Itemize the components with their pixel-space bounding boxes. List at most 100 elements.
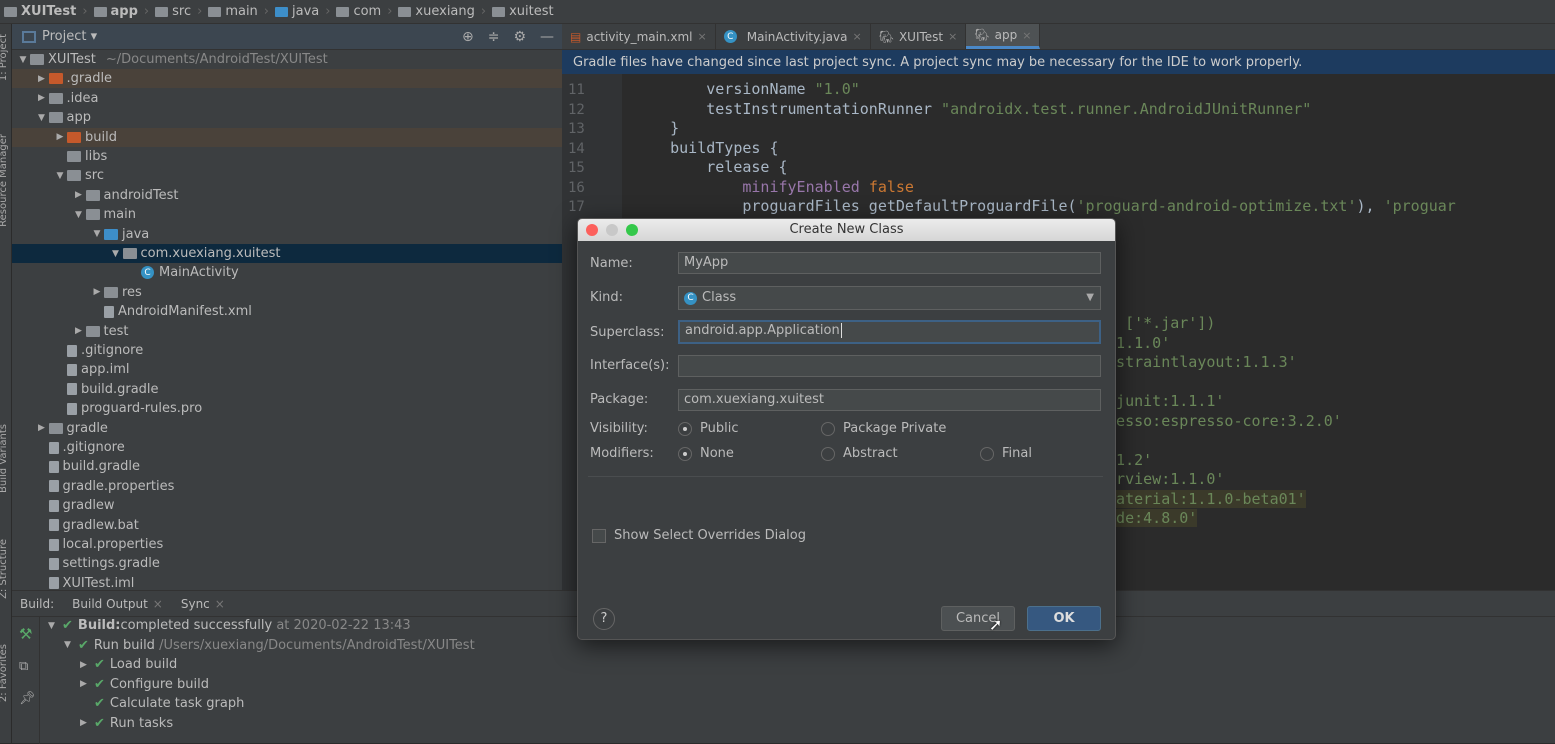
tree-item[interactable]: ▶ .idea — [12, 89, 562, 108]
ok-button[interactable]: OK — [1027, 606, 1101, 631]
modifiers-final-radio[interactable]: Final — [980, 446, 1032, 461]
gear-icon[interactable]: ⚙ — [513, 29, 526, 45]
chevron-right-icon[interactable]: ▶ — [72, 190, 86, 200]
interfaces-field[interactable] — [678, 355, 1101, 377]
breadcrumb-item[interactable]: xuitest — [492, 4, 554, 19]
chevron-right-icon[interactable]: ▶ — [53, 132, 67, 142]
tree-item[interactable]: gradlew.bat — [12, 516, 562, 535]
project-tool-button[interactable]: 1: Project — [0, 34, 9, 81]
close-icon[interactable]: × — [948, 30, 957, 43]
breadcrumb-item[interactable]: main — [208, 4, 258, 19]
tab-xuitest[interactable]: 🐘︎ XUITest × — [871, 24, 967, 49]
tree-item[interactable]: build.gradle — [12, 380, 562, 399]
tree-item[interactable]: ▼ com.xuexiang.xuitest — [12, 244, 562, 263]
name-field[interactable]: MyApp — [678, 252, 1101, 274]
tab-mainactivity-java[interactable]: C MainActivity.java × — [716, 24, 871, 49]
tree-item[interactable]: ▼ main — [12, 205, 562, 224]
tree-item[interactable]: gradlew — [12, 496, 562, 515]
project-view-selector[interactable]: Project ▾ — [42, 29, 97, 44]
hammer-icon[interactable]: ⚒ — [19, 625, 32, 643]
tree-item[interactable]: ▼ XUITest ~/Documents/AndroidTest/XUITest — [12, 50, 562, 69]
chevron-right-icon[interactable]: ▶ — [35, 93, 49, 103]
breadcrumb-item[interactable]: com — [336, 4, 381, 19]
tree-item[interactable]: ▶ build — [12, 127, 562, 147]
tree-item[interactable]: ▶ gradle — [12, 419, 562, 438]
breadcrumb-item[interactable]: xuexiang — [398, 4, 475, 19]
zoom-window-button[interactable] — [626, 224, 638, 236]
tree-item[interactable]: ▼ app — [12, 108, 562, 127]
tab-sync[interactable]: Sync × — [181, 597, 225, 611]
build-tree-item[interactable]: ✔ Calculate task graph — [80, 694, 244, 713]
close-icon[interactable]: × — [698, 30, 707, 43]
visibility-public-radio[interactable]: Public — [678, 421, 738, 436]
breadcrumb-item[interactable]: XUITest — [4, 4, 76, 19]
tab-app[interactable]: 🐘︎ app × — [966, 24, 1041, 49]
tree-item[interactable]: local.properties — [12, 535, 562, 554]
tab-activity-main-xml[interactable]: ▤ activity_main.xml × — [562, 24, 716, 49]
chevron-right-icon[interactable]: ▶ — [72, 326, 86, 336]
breadcrumb-item[interactable]: app — [93, 4, 138, 19]
show-overrides-checkbox[interactable]: Show Select Overrides Dialog — [592, 528, 806, 543]
help-button[interactable]: ? — [593, 608, 615, 630]
package-field[interactable]: com.xuexiang.xuitest — [678, 389, 1101, 411]
tree-item[interactable]: build.gradle — [12, 457, 562, 476]
kind-select[interactable]: C Class ▼ — [678, 286, 1101, 310]
cancel-button[interactable]: Cancel — [941, 606, 1015, 631]
modifiers-none-radio[interactable]: None — [678, 446, 734, 461]
chevron-down-icon[interactable]: ▼ — [35, 113, 49, 123]
breadcrumb-item[interactable]: src — [155, 4, 191, 19]
tree-item[interactable]: app.iml — [12, 360, 562, 379]
close-icon[interactable]: × — [215, 597, 225, 611]
tree-item[interactable]: AndroidManifest.xml — [12, 302, 562, 321]
tree-item[interactable]: ▼ java — [12, 225, 562, 244]
resource-manager-tool-button[interactable]: Resource Manager — [0, 134, 9, 227]
chevron-down-icon[interactable]: ▼ — [16, 55, 30, 65]
breadcrumb-item[interactable]: java — [275, 4, 319, 19]
build-tree-item[interactable]: ▶ ✔ Configure build — [80, 675, 209, 694]
chevron-down-icon[interactable]: ▼ — [48, 621, 62, 631]
chevron-right-icon[interactable]: ▶ — [80, 718, 94, 728]
tree-item[interactable]: ▶ res — [12, 283, 562, 302]
tree-item[interactable]: proguard-rules.pro — [12, 399, 562, 418]
chevron-right-icon[interactable]: ▶ — [90, 287, 104, 297]
modifiers-abstract-radio[interactable]: Abstract — [821, 446, 898, 461]
chevron-right-icon[interactable]: ▶ — [35, 74, 49, 84]
chevron-down-icon[interactable]: ▼ — [64, 640, 78, 650]
locate-icon[interactable]: ⊕ — [462, 29, 474, 45]
tree-item[interactable]: ▶ androidTest — [12, 186, 562, 205]
chevron-right-icon[interactable]: ▶ — [80, 660, 94, 670]
favorites-tool-button[interactable]: 2: Favorites — [0, 644, 9, 702]
collapse-all-icon[interactable]: ≑ — [488, 29, 500, 45]
tab-build-output[interactable]: Build Output × — [72, 597, 163, 611]
build-tree-item[interactable]: ▼ ✔ Run build /Users/xuexiang/Documents/An… — [64, 636, 475, 655]
superclass-field[interactable]: android.app.Application — [678, 320, 1101, 344]
tree-item[interactable]: C MainActivity — [12, 263, 562, 282]
visibility-package-private-radio[interactable]: Package Private — [821, 421, 946, 436]
build-tree-item[interactable]: ▶ ✔ Load build — [80, 655, 177, 674]
tree-item[interactable]: libs — [12, 147, 562, 166]
close-icon[interactable]: × — [1022, 29, 1031, 42]
tree-item[interactable]: settings.gradle — [12, 554, 562, 573]
tree-item[interactable]: .gitignore — [12, 438, 562, 457]
tree-item[interactable]: ▶ test — [12, 322, 562, 341]
close-window-button[interactable] — [586, 224, 598, 236]
chevron-right-icon[interactable]: ▶ — [35, 423, 49, 433]
tree-item[interactable]: gradle.properties — [12, 477, 562, 496]
tree-item[interactable]: .gitignore — [12, 341, 562, 360]
tree-item[interactable]: ▼ src — [12, 166, 562, 185]
build-tree-item[interactable]: ▶ ✔ Run tasks — [80, 714, 173, 733]
chevron-down-icon[interactable]: ▼ — [90, 229, 104, 239]
chevron-right-icon[interactable]: ▶ — [80, 679, 94, 689]
tree-item[interactable]: ▶ .gradle — [12, 69, 562, 89]
minimize-window-button[interactable] — [606, 224, 618, 236]
build-tree-item[interactable]: ▼ ✔ Build: completed successfully at 2020-… — [48, 616, 411, 635]
close-icon[interactable]: × — [153, 597, 163, 611]
chevron-down-icon[interactable]: ▼ — [53, 171, 67, 181]
structure-tool-button[interactable]: Z: Structure — [0, 539, 9, 599]
chevron-down-icon[interactable]: ▼ — [109, 249, 123, 259]
chevron-down-icon[interactable]: ▼ — [72, 210, 86, 220]
console-icon[interactable]: ⧉ — [19, 659, 28, 674]
build-variants-tool-button[interactable]: Build Variants — [0, 424, 9, 493]
pin-icon[interactable]: 📌︎ — [19, 691, 36, 706]
hide-icon[interactable]: — — [540, 29, 554, 45]
